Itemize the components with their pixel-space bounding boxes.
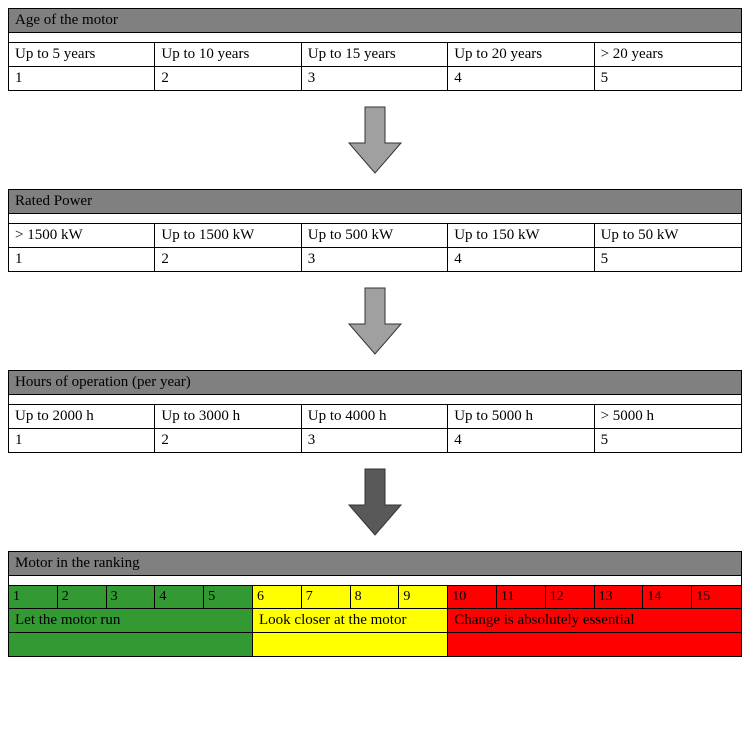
criterion-label: Up to 20 years bbox=[448, 43, 594, 66]
ranking-score-cell: 7 bbox=[302, 586, 351, 608]
criterion-title: Age of the motor bbox=[9, 9, 741, 33]
criterion-scores-row: 12345 bbox=[9, 66, 741, 90]
ranking-score-cell: 9 bbox=[399, 586, 448, 608]
criterion-score: 4 bbox=[448, 248, 594, 271]
criterion-labels-row: Up to 5 yearsUp to 10 yearsUp to 15 year… bbox=[9, 43, 741, 66]
criterion-label: > 20 years bbox=[595, 43, 741, 66]
ranking-footer-cell bbox=[9, 633, 253, 656]
criterion-score: 2 bbox=[155, 67, 301, 90]
ranking-scores-row: 123456789101112131415 bbox=[9, 586, 741, 608]
criterion-score: 1 bbox=[9, 248, 155, 271]
criterion-label: Up to 2000 h bbox=[9, 405, 155, 428]
ranking-score-cell: 11 bbox=[497, 586, 546, 608]
ranking-score-cell: 15 bbox=[692, 586, 741, 608]
criterion-score: 5 bbox=[595, 248, 741, 271]
criterion-label: Up to 5000 h bbox=[448, 405, 594, 428]
criterion-scores-row: 12345 bbox=[9, 428, 741, 452]
criterion-score: 2 bbox=[155, 429, 301, 452]
criterion-score: 5 bbox=[595, 67, 741, 90]
ranking-footer-cell bbox=[253, 633, 448, 656]
criterion-label: Up to 10 years bbox=[155, 43, 301, 66]
ranking-score-cell: 1 bbox=[9, 586, 58, 608]
spacer bbox=[9, 33, 741, 43]
criterion-block: Rated Power> 1500 kWUp to 1500 kWUp to 5… bbox=[8, 189, 742, 272]
ranking-score-cell: 8 bbox=[351, 586, 400, 608]
criterion-title: Hours of operation (per year) bbox=[9, 371, 741, 395]
spacer bbox=[9, 576, 741, 586]
ranking-score-cell: 10 bbox=[448, 586, 497, 608]
criterion-score: 3 bbox=[302, 429, 448, 452]
criterion-label: Up to 1500 kW bbox=[155, 224, 301, 247]
criterion-block: Age of the motor Up to 5 yearsUp to 10 ye… bbox=[8, 8, 742, 91]
ranking-score-cell: 5 bbox=[204, 586, 253, 608]
criterion-score: 3 bbox=[302, 248, 448, 271]
criterion-score: 4 bbox=[448, 67, 594, 90]
criterion-score: 4 bbox=[448, 429, 594, 452]
criterion-score: 1 bbox=[9, 429, 155, 452]
criterion-label: Up to 4000 h bbox=[302, 405, 448, 428]
criterion-label: > 5000 h bbox=[595, 405, 741, 428]
down-arrow-icon bbox=[347, 105, 403, 175]
criterion-label: Up to 15 years bbox=[302, 43, 448, 66]
spacer bbox=[9, 214, 741, 224]
spacer bbox=[9, 395, 741, 405]
ranking-messages-row: Let the motor runLook closer at the moto… bbox=[9, 608, 741, 632]
down-arrow-icon bbox=[347, 286, 403, 356]
ranking-message: Let the motor run bbox=[9, 609, 253, 632]
criterion-label: Up to 150 kW bbox=[448, 224, 594, 247]
arrow-wrap bbox=[8, 105, 742, 175]
arrow-wrap bbox=[8, 286, 742, 356]
criterion-label: Up to 500 kW bbox=[302, 224, 448, 247]
criterion-score: 1 bbox=[9, 67, 155, 90]
arrow-wrap bbox=[8, 467, 742, 537]
criterion-labels-row: > 1500 kWUp to 1500 kWUp to 500 kWUp to … bbox=[9, 224, 741, 247]
ranking-title: Motor in the ranking bbox=[9, 552, 741, 576]
ranking-score-cell: 12 bbox=[546, 586, 595, 608]
criterion-label: Up to 5 years bbox=[9, 43, 155, 66]
ranking-message: Change is absolutely essential bbox=[448, 609, 741, 632]
criterion-score: 3 bbox=[302, 67, 448, 90]
criterion-block: Hours of operation (per year) Up to 2000 … bbox=[8, 370, 742, 453]
ranking-score-cell: 6 bbox=[253, 586, 302, 608]
criterion-label: Up to 50 kW bbox=[595, 224, 741, 247]
ranking-score-cell: 14 bbox=[643, 586, 692, 608]
criterion-label: > 1500 kW bbox=[9, 224, 155, 247]
ranking-block: Motor in the ranking12345678910111213141… bbox=[8, 551, 742, 657]
down-arrow-icon bbox=[347, 467, 403, 537]
ranking-score-cell: 13 bbox=[595, 586, 644, 608]
ranking-footer-row bbox=[9, 632, 741, 656]
criterion-score: 5 bbox=[595, 429, 741, 452]
criterion-labels-row: Up to 2000 hUp to 3000 hUp to 4000 hUp t… bbox=[9, 405, 741, 428]
criterion-title: Rated Power bbox=[9, 190, 741, 214]
ranking-score-cell: 2 bbox=[58, 586, 107, 608]
criterion-scores-row: 12345 bbox=[9, 247, 741, 271]
criterion-label: Up to 3000 h bbox=[155, 405, 301, 428]
criterion-score: 2 bbox=[155, 248, 301, 271]
ranking-message: Look closer at the motor bbox=[253, 609, 448, 632]
ranking-score-cell: 3 bbox=[107, 586, 156, 608]
ranking-score-cell: 4 bbox=[155, 586, 204, 608]
ranking-footer-cell bbox=[448, 633, 741, 656]
